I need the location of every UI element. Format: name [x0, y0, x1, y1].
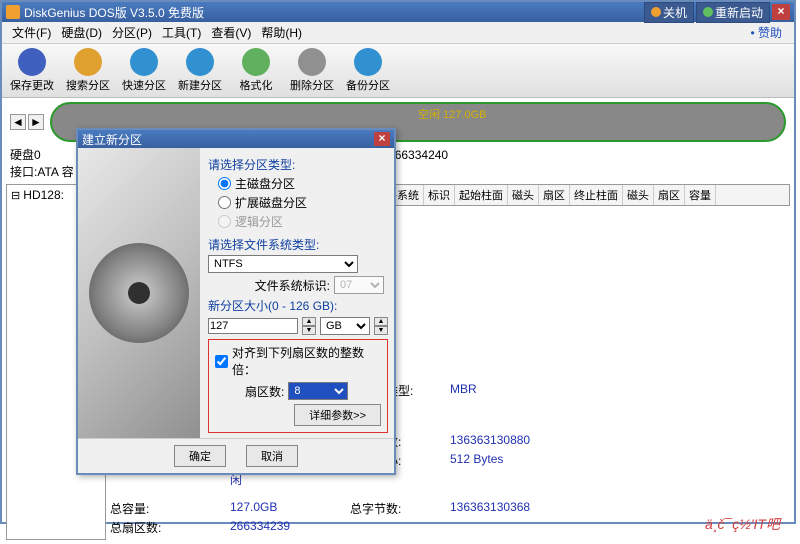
menu-bar: 文件(F)硬盘(D)分区(P)工具(T)查看(V)帮助(H) • 赞助 [2, 22, 794, 44]
menu-item[interactable]: 文件(F) [8, 22, 55, 43]
column-header[interactable]: 起始柱面 [455, 185, 508, 205]
dialog-title: 建立新分区 [82, 131, 142, 148]
backup-partition[interactable]: 备份分区 [344, 48, 392, 93]
disk-next[interactable]: ► [28, 114, 44, 130]
detail-button[interactable]: 详细参数>> [294, 404, 381, 426]
ok-button[interactable]: 确定 [174, 445, 226, 467]
menu-item[interactable]: 帮助(H) [257, 22, 306, 43]
menu-item[interactable]: 工具(T) [158, 22, 205, 43]
unit-down[interactable]: ▼ [374, 326, 388, 335]
partition-table-header: 文件系统标识起始柱面磁头扇区终止柱面磁头扇区容量 [370, 184, 790, 206]
column-header[interactable]: 扇区 [539, 185, 570, 205]
search-partition[interactable]: 搜索分区 [64, 48, 112, 93]
column-header[interactable]: 容量 [685, 185, 716, 205]
radio-extended[interactable]: 扩展磁盘分区 [218, 194, 388, 211]
align-checkbox[interactable]: 对齐到下列扇区数的整数倍： [215, 344, 381, 378]
size-down[interactable]: ▼ [302, 326, 316, 335]
dialog-close[interactable]: × [374, 132, 390, 146]
free-space-label: 空闲 127.0GB [418, 106, 486, 122]
quick-partition[interactable]: 快速分区 [120, 48, 168, 93]
close-button[interactable]: × [772, 4, 790, 20]
title-bar: DiskGenius DOS版 V3.5.0 免费版 关机 重新启动 × [2, 2, 794, 22]
column-header[interactable]: 磁头 [508, 185, 539, 205]
disk-label: 硬盘0 [10, 146, 41, 163]
hdd-icon [89, 243, 189, 343]
interface-label: 接口:ATA 容 [10, 165, 74, 179]
window-title: DiskGenius DOS版 V3.5.0 免费版 [24, 4, 204, 21]
cancel-button[interactable]: 取消 [246, 445, 298, 467]
app-icon [6, 5, 20, 19]
column-header[interactable]: 标识 [424, 185, 455, 205]
save-changes[interactable]: 保存更改 [8, 48, 56, 93]
unit-select[interactable]: GB [320, 317, 370, 335]
disk-prev[interactable]: ◄ [10, 114, 26, 130]
column-header[interactable]: 磁头 [623, 185, 654, 205]
unit-up[interactable]: ▲ [374, 317, 388, 326]
menu-item[interactable]: 分区(P) [108, 22, 156, 43]
size-up[interactable]: ▲ [302, 317, 316, 326]
menu-item[interactable]: 硬盘(D) [57, 22, 106, 43]
new-partition[interactable]: 新建分区 [176, 48, 224, 93]
dialog-image [78, 148, 200, 438]
column-header[interactable]: 扇区 [654, 185, 685, 205]
column-header[interactable]: 终止柱面 [570, 185, 623, 205]
filesystem-select[interactable]: NTFS [208, 255, 358, 273]
fsid-select: 07 [334, 276, 384, 294]
menu-item[interactable]: 查看(V) [207, 22, 255, 43]
sector-select[interactable]: 8 [288, 382, 348, 400]
radio-primary[interactable]: 主磁盘分区 [218, 175, 388, 192]
size-input[interactable] [208, 318, 298, 334]
restart-button[interactable]: 重新启动 [696, 2, 770, 23]
sponsor-link[interactable]: • 赞助 [750, 24, 788, 41]
format[interactable]: 格式化 [232, 48, 280, 93]
new-partition-dialog: 建立新分区 × 请选择分区类型: 主磁盘分区 扩展磁盘分区 逻辑分区 请选择文件… [76, 128, 396, 475]
toolbar: 保存更改搜索分区快速分区新建分区格式化删除分区备份分区 [2, 44, 794, 98]
radio-logical: 逻辑分区 [218, 213, 388, 230]
align-box: 对齐到下列扇区数的整数倍： 扇区数: 8 详细参数>> [208, 339, 388, 433]
delete-partition[interactable]: 删除分区 [288, 48, 336, 93]
watermark: ä¸č¯ç½'IT吧 [705, 514, 780, 534]
shutdown-button[interactable]: 关机 [644, 2, 694, 23]
